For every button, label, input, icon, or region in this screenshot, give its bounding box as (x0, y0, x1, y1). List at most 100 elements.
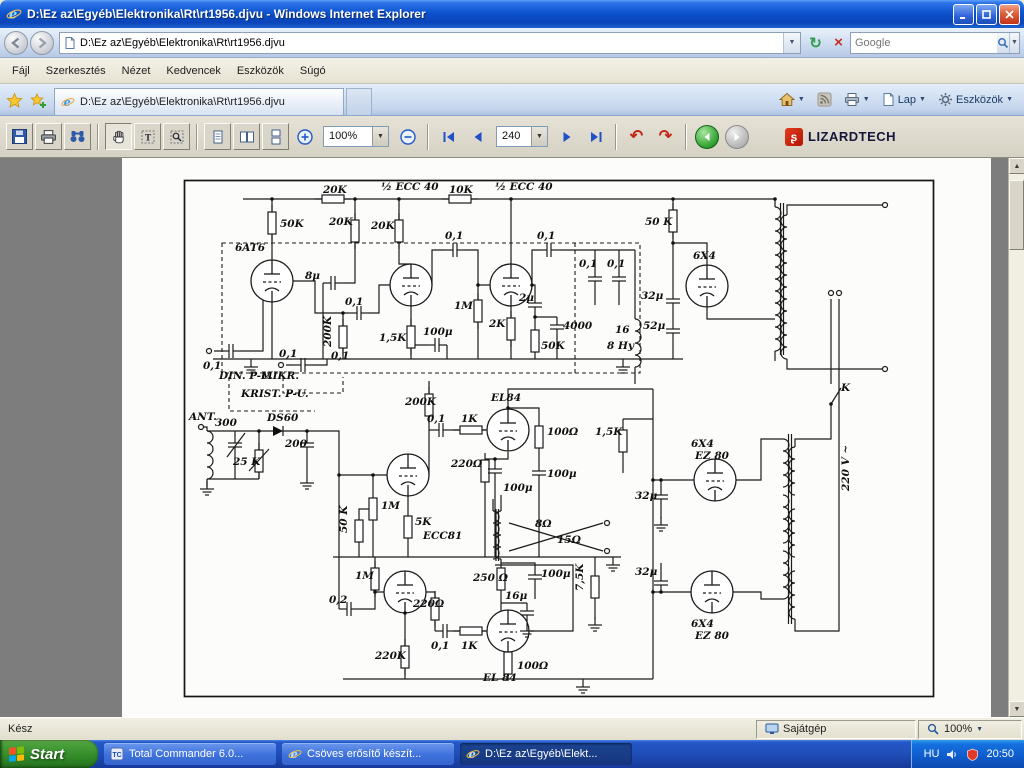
zoom-select-button[interactable] (163, 123, 190, 150)
print-page-button[interactable] (35, 123, 62, 150)
schematic-label: 20K (322, 184, 348, 196)
nav-back-button[interactable] (695, 124, 719, 149)
find-button[interactable] (64, 123, 91, 150)
home-icon (778, 92, 795, 106)
svg-text:e: e (291, 747, 298, 761)
schematic-label: 0,1 (427, 413, 445, 425)
pan-tool-button[interactable] (105, 123, 132, 150)
menu-item-fajl[interactable]: Fájl (4, 61, 38, 81)
document-icon (65, 36, 75, 49)
schematic-label: 0,1 (279, 348, 297, 360)
save-button[interactable] (6, 123, 33, 150)
start-button[interactable]: Start (0, 740, 98, 768)
schematic-label: 0,1 (607, 258, 625, 270)
schematic-label: 200 (284, 438, 308, 450)
layout-single-button[interactable] (204, 123, 231, 150)
schematic-label: 200K (322, 315, 334, 348)
viewer-toolbar: T 100% ▼ 240 ▼ ↶ ↷ ʂ LIZARDTECH (0, 116, 1024, 158)
schematic-label: 1K (461, 640, 478, 652)
zoom-out-button[interactable] (394, 123, 421, 150)
menu-item-szerkesztes[interactable]: Szerkesztés (38, 61, 114, 81)
security-tray-icon[interactable] (966, 748, 979, 761)
schematic-label: 25 K (232, 456, 261, 468)
schematic-label: 100μ (423, 326, 453, 338)
favorites-button[interactable] (2, 87, 26, 113)
zoom-select-icon (170, 130, 183, 143)
lizardtech-mark-icon: ʂ (785, 127, 803, 146)
task-button-rt1956[interactable]: e D:\Ez az\Egyéb\Elekt... (460, 743, 632, 765)
menu-item-nezet[interactable]: Nézet (114, 61, 159, 81)
scrollbar-thumb[interactable] (1009, 180, 1024, 250)
zoom-combo-dropdown[interactable]: ▼ (372, 127, 388, 146)
status-zoom-dropdown[interactable]: ▼ (976, 726, 983, 733)
tab-bar: e D:\Ez az\Egyéb\Elektronika\Rt\rt1956.d… (0, 84, 1024, 116)
task-button-csoves[interactable]: e Csöves erősítő készít... (282, 743, 454, 765)
scroll-up-button[interactable]: ▲ (1009, 158, 1024, 174)
prev-page-button[interactable] (464, 123, 491, 150)
window-titlebar: e D:\Ez az\Egyéb\Elektronika\Rt\rt1956.d… (0, 0, 1024, 28)
task-button-label: Total Commander 6.0... (129, 748, 244, 760)
last-page-button[interactable] (582, 123, 609, 150)
add-favorite-button[interactable] (26, 87, 50, 113)
back-arrow-icon (11, 37, 20, 48)
lizardtech-logo[interactable]: ʂ LIZARDTECH (779, 125, 902, 149)
layout-facing-button[interactable] (233, 123, 260, 150)
text-select-button[interactable]: T (134, 123, 161, 150)
home-button[interactable]: ▼ (774, 89, 810, 110)
zoom-in-button[interactable] (291, 123, 318, 150)
ie-task-icon: e (288, 747, 302, 761)
schematic-label: 20K (328, 216, 354, 228)
task-button-total-commander[interactable]: TC Total Commander 6.0... (104, 743, 276, 765)
schematic-label: 200K (404, 396, 437, 408)
layout-scroll-button[interactable] (262, 123, 289, 150)
new-tab-stub[interactable] (346, 88, 372, 115)
status-zoom[interactable]: 100% ▼ (918, 719, 1022, 739)
schematic-label: 8 Hy (607, 340, 635, 352)
schematic-drawing: 20K ½ ECC 40 10K ½ ECC 40 50K 20K 20K 0,… (183, 179, 935, 698)
feed-button[interactable] (812, 89, 837, 110)
page-icon (883, 93, 894, 106)
forward-button[interactable] (30, 30, 54, 55)
address-input[interactable] (80, 33, 783, 52)
page-number-combo[interactable]: 240 ▼ (496, 126, 548, 147)
stop-button[interactable]: × (827, 32, 850, 54)
schematic-label: ½ ECC 40 (381, 181, 439, 193)
close-button[interactable] (999, 3, 1020, 25)
volume-tray-icon[interactable] (946, 748, 959, 761)
search-button[interactable] (997, 32, 1009, 53)
rotate-left-button[interactable]: ↶ (623, 123, 650, 150)
menu-item-eszkozok[interactable]: Eszközök (229, 61, 292, 81)
tab-rt1956[interactable]: e D:\Ez az\Egyéb\Elektronika\Rt\rt1956.d… (54, 88, 344, 115)
menu-item-sugo[interactable]: Súgó (292, 61, 334, 81)
tools-menu-button[interactable]: Eszközök ▼ (933, 89, 1018, 110)
search-dropdown-button[interactable]: ▼ (1009, 32, 1019, 53)
schematic-label: 10K (449, 184, 474, 196)
svg-text:T: T (144, 133, 151, 143)
page-menu-button[interactable]: Lap ▼ (877, 89, 931, 110)
language-indicator[interactable]: HU (924, 748, 940, 760)
minimize-button[interactable] (953, 3, 974, 25)
ie-logo-icon: e (6, 8, 22, 22)
search-input[interactable] (851, 36, 997, 49)
address-dropdown-button[interactable]: ▼ (783, 32, 800, 53)
printer-icon (844, 93, 859, 106)
refresh-button[interactable]: ↻ (804, 32, 827, 54)
back-button[interactable] (4, 30, 28, 55)
vertical-scrollbar[interactable]: ▲ ▼ (1008, 158, 1024, 717)
task-button-label: Csöves erősítő készít... (307, 748, 422, 760)
zoom-level-combo[interactable]: 100% ▼ (323, 126, 389, 147)
scroll-down-button[interactable]: ▼ (1009, 701, 1024, 717)
menu-item-kedvencek[interactable]: Kedvencek (158, 61, 228, 81)
schematic-label: 8μ (305, 270, 320, 282)
first-page-button[interactable] (435, 123, 462, 150)
maximize-button[interactable] (976, 3, 997, 25)
schematic-label: EL 84 (482, 672, 517, 684)
rotate-right-button[interactable]: ↷ (652, 123, 679, 150)
nav-forward-button[interactable] (725, 124, 749, 149)
next-page-button[interactable] (553, 123, 580, 150)
print-button[interactable]: ▼ (839, 89, 875, 110)
page-combo-dropdown[interactable]: ▼ (531, 127, 547, 146)
toolbar-separator (97, 123, 99, 150)
prev-page-icon (474, 131, 481, 142)
toolbar-separator (196, 123, 198, 150)
